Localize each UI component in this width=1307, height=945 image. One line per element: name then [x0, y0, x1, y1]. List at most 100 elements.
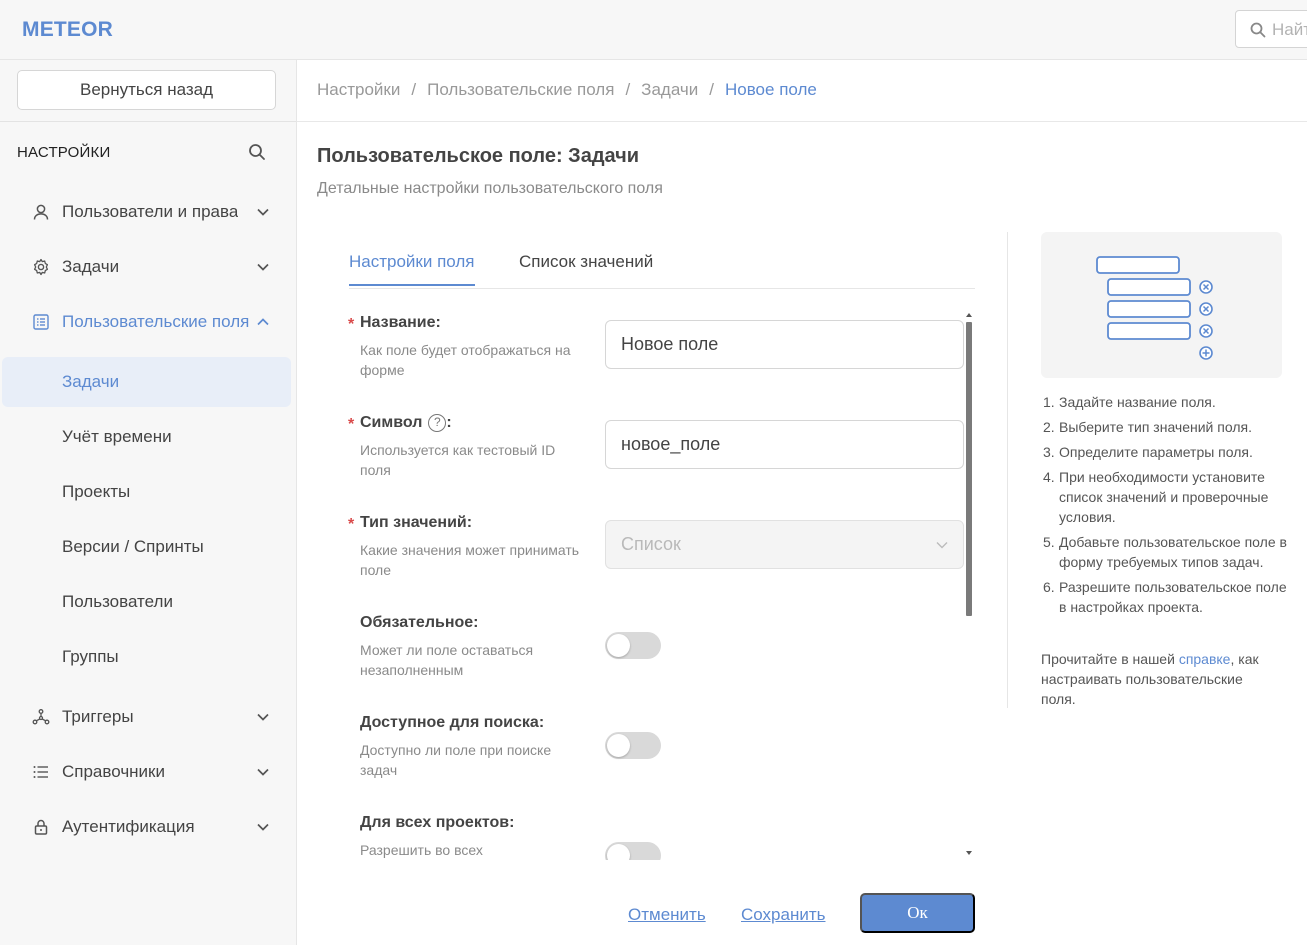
step-number: 3. — [1043, 444, 1055, 460]
list-item: 1. Задайте название поля. — [1041, 392, 1291, 412]
chevron-down-icon — [257, 768, 269, 776]
list-item: 4. При необходимости установите список зн… — [1041, 467, 1291, 527]
search-icon[interactable] — [248, 143, 266, 161]
list-icon — [33, 314, 49, 330]
step-text: Разрешите пользовательское поле в настро… — [1059, 579, 1287, 615]
cancel-link[interactable]: Отменить — [628, 905, 706, 925]
ok-button[interactable]: Ок — [860, 893, 975, 933]
name-input[interactable] — [605, 320, 964, 369]
sidebar-item-tasks[interactable]: Задачи — [0, 244, 296, 290]
breadcrumb-item-custom-fields[interactable]: Пользовательские поля — [427, 80, 614, 100]
divider — [1007, 232, 1008, 708]
symbol-input[interactable] — [605, 420, 964, 469]
required-toggle[interactable] — [605, 632, 661, 659]
step-text: Определите параметры поля. — [1059, 444, 1253, 460]
field-label: Тип значений: — [360, 514, 473, 531]
search-input[interactable] — [1272, 19, 1307, 41]
tab-value-list[interactable]: Список значений — [519, 252, 653, 284]
form-row-searchable: Доступное для поиска: Доступно ли поле п… — [340, 710, 965, 810]
form-row-value-type: * Тип значений: Какие значения может при… — [340, 510, 965, 610]
form-row-symbol: * Символ?: Используется как тестовый ID … — [340, 410, 965, 510]
sidebar-item-label: Аутентификация — [62, 817, 195, 836]
step-number: 5. — [1043, 534, 1055, 550]
searchable-toggle[interactable] — [605, 732, 661, 759]
field-label: Обязательное: — [360, 614, 479, 631]
help-note-text: Прочитайте в нашей — [1041, 651, 1179, 667]
required-mark: * — [348, 316, 355, 333]
chevron-down-icon — [257, 208, 269, 216]
chevron-down-icon — [936, 542, 948, 549]
sidebar-subitem-versions-sprints[interactable]: Версии / Спринты — [2, 522, 291, 572]
scrollbar-thumb[interactable] — [966, 322, 972, 616]
sidebar-item-custom-fields[interactable]: Пользовательские поля — [0, 299, 296, 345]
gear-icon — [33, 258, 49, 276]
lock-icon — [34, 819, 48, 835]
breadcrumb-item-current: Новое поле — [724, 80, 817, 99]
chevron-up-icon — [257, 318, 269, 326]
step-number: 2. — [1043, 419, 1055, 435]
tab-field-settings[interactable]: Настройки поля — [349, 252, 475, 286]
sidebar-item-label: Пользователи и права — [62, 202, 239, 221]
field-label: Доступное для поиска: — [360, 714, 545, 731]
sidebar-subitem-label: Учёт времени — [62, 427, 172, 446]
field-description: Разрешить во всех — [360, 842, 483, 858]
page-title: Пользовательское поле: Задачи — [317, 145, 640, 167]
field-description: Может ли поле оставаться незаполненным — [360, 642, 534, 678]
sidebar-item-label: Задачи — [62, 257, 120, 276]
sidebar-item-label: Пользовательские поля — [62, 312, 250, 331]
breadcrumb: Настройки / Пользовательские поля / Зада… — [317, 80, 817, 100]
help-icon[interactable]: ? — [428, 414, 447, 432]
breadcrumb-separator: / — [709, 80, 714, 99]
field-description: Доступно ли поле при поиске задач — [360, 742, 552, 778]
sidebar-subitem-projects[interactable]: Проекты — [2, 467, 291, 517]
sidebar-item-users-rights[interactable]: Пользователи и права — [0, 189, 296, 235]
page-subtitle: Детальные настройки пользовательского по… — [317, 180, 663, 197]
scroll-up-arrow[interactable] — [966, 313, 972, 317]
sidebar-subitem-tasks[interactable]: Задачи — [2, 357, 291, 407]
scroll-down-arrow[interactable] — [966, 851, 972, 855]
toggle-knob — [607, 844, 630, 860]
form-row-name: * Название: Как поле будет отображаться … — [340, 310, 965, 410]
field-description: Как поле будет отображаться на форме — [360, 342, 571, 378]
breadcrumb-item-tasks[interactable]: Задачи — [641, 80, 698, 100]
app-logo[interactable]: METEOR — [22, 18, 113, 42]
form-row-required: Обязательное: Может ли поле оставаться н… — [340, 610, 965, 710]
field-label-suffix: : — [446, 414, 452, 431]
select-value: Список — [621, 534, 681, 554]
back-button[interactable]: Вернуться назад — [17, 70, 276, 110]
field-description: Используется как тестовый ID поля — [360, 442, 556, 478]
help-note: Прочитайте в нашей справке, как настраив… — [1041, 649, 1281, 709]
value-type-select[interactable]: Список — [605, 520, 964, 569]
sidebar-item-dictionaries[interactable]: Справочники — [0, 749, 296, 795]
network-icon — [32, 709, 50, 725]
global-search[interactable] — [1235, 10, 1307, 48]
breadcrumb-separator: / — [625, 80, 631, 99]
form-illustration-icon — [1096, 256, 1213, 360]
sidebar-subitem-time-tracking[interactable]: Учёт времени — [2, 412, 291, 462]
sidebar-subitem-label: Группы — [62, 647, 119, 666]
bullet-list-icon — [33, 766, 48, 778]
step-number: 4. — [1043, 469, 1055, 485]
step-text: Задайте название поля. — [1059, 394, 1216, 410]
sidebar-subitem-label: Версии / Спринты — [62, 537, 204, 556]
top-bar: METEOR — [0, 0, 1307, 60]
sidebar-subitem-users[interactable]: Пользователи — [2, 577, 291, 627]
form-row-all-projects: Для всех проектов: Разрешить во всех — [340, 810, 965, 860]
field-label: Символ — [360, 414, 423, 431]
toggle-knob — [607, 734, 630, 757]
sidebar-item-authentication[interactable]: Аутентификация — [0, 804, 296, 850]
sidebar-item-triggers[interactable]: Триггеры — [0, 694, 296, 740]
list-item: 5. Добавьте пользовательское поле в форму… — [1041, 532, 1291, 572]
save-link[interactable]: Сохранить — [741, 905, 825, 925]
sidebar-subitem-groups[interactable]: Группы — [2, 632, 291, 682]
field-label: Для всех проектов: — [360, 814, 515, 831]
breadcrumb-item-settings[interactable]: Настройки — [317, 80, 400, 100]
search-icon — [1250, 22, 1266, 38]
step-text: При необходимости установите список знач… — [1059, 469, 1269, 525]
help-link[interactable]: справке — [1179, 651, 1231, 667]
list-item: 6. Разрешите пользовательское поле в наст… — [1041, 577, 1291, 617]
setup-steps-list: 1. Задайте название поля. 2. Выберите тип … — [1041, 392, 1291, 622]
divider — [297, 121, 1307, 122]
all-projects-toggle[interactable] — [605, 842, 661, 860]
list-item: 2. Выберите тип значений поля. — [1041, 417, 1291, 437]
